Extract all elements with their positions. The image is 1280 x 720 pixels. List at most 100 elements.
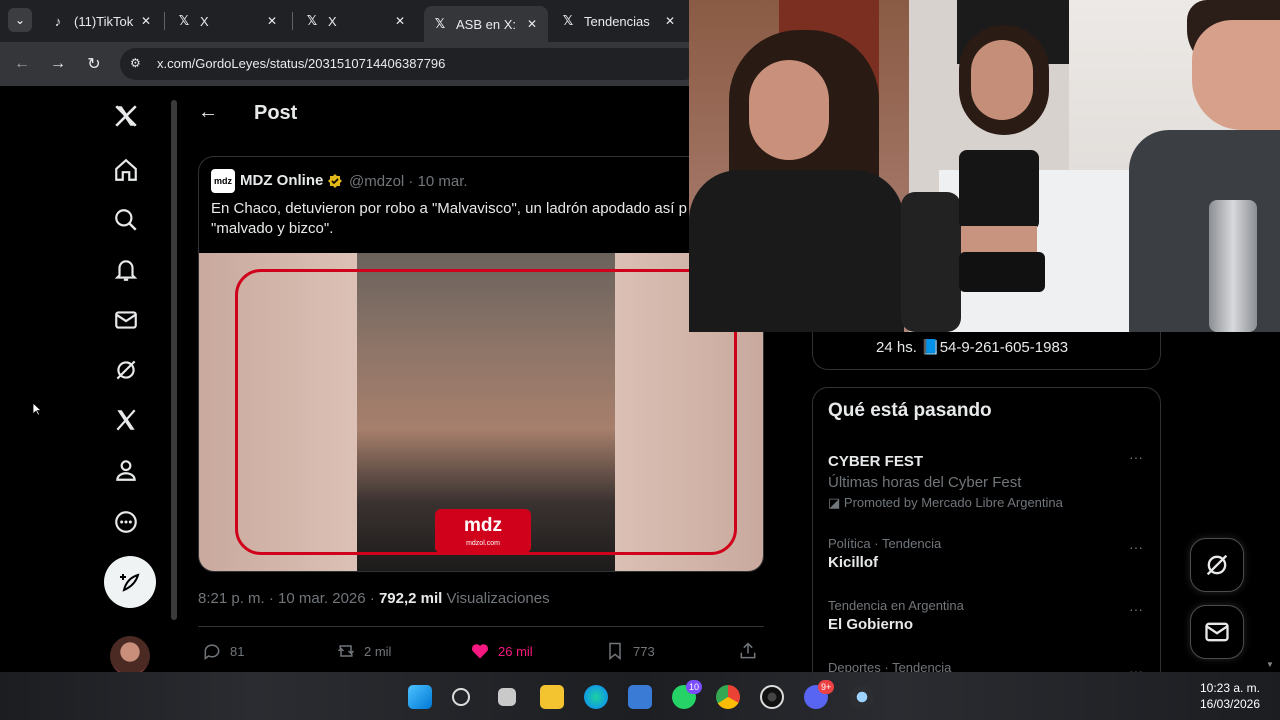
- repost-button[interactable]: 2 mil: [336, 640, 391, 662]
- trend-context: Política · Tendencia: [828, 536, 942, 551]
- trend-item[interactable]: CYBER FEST Últimas horas del Cyber Fest …: [828, 450, 1148, 511]
- edge-icon[interactable]: [584, 685, 608, 709]
- tab-x-1[interactable]: 𝕏 X ✕: [168, 6, 288, 36]
- promoted-by: Promoted by Mercado Libre Argentina: [843, 495, 1063, 510]
- person-center-top: [959, 150, 1039, 230]
- more-options-icon[interactable]: [110, 506, 142, 538]
- repost-count: 2 mil: [364, 643, 392, 659]
- trend-more-icon[interactable]: ···: [1126, 540, 1146, 556]
- mdz-avatar-logo[interactable]: mdz: [211, 169, 235, 193]
- like-button[interactable]: 26 mil: [470, 640, 533, 662]
- grok-icon: [1206, 554, 1228, 576]
- reply-bubble-icon: [204, 644, 220, 660]
- store-icon[interactable]: [628, 685, 652, 709]
- search-icon[interactable]: [452, 688, 470, 706]
- bookmark-icon: [609, 642, 621, 661]
- webcam-overlay: [689, 0, 1280, 332]
- divider: [198, 626, 764, 627]
- bookmark-count: 773: [633, 643, 655, 659]
- tab-x-2[interactable]: 𝕏 X ✕: [296, 6, 416, 36]
- thermos: [1209, 200, 1257, 332]
- account-avatar[interactable]: [110, 636, 150, 676]
- compose-post-button[interactable]: [104, 556, 156, 608]
- tab-label: ASB en X:: [456, 16, 516, 32]
- x-logo-icon: 𝕏: [178, 13, 190, 28]
- bookmark-button[interactable]: 773: [605, 640, 655, 662]
- person-left-face: [749, 60, 829, 160]
- post-meta: 8:21 p. m. · 10 mar. 2026 · 792,2 mil Vi…: [198, 590, 550, 607]
- tab-label: X: [200, 13, 209, 29]
- trend-name: CYBER FEST: [828, 453, 924, 470]
- tab-divider: [292, 12, 293, 30]
- close-tab-icon[interactable]: ✕: [264, 14, 280, 28]
- trend-more-icon[interactable]: ···: [1126, 450, 1146, 466]
- like-count: 26 mil: [498, 643, 533, 659]
- x-home-logo-icon[interactable]: [110, 100, 142, 132]
- quoted-handle-date: @mdzol · 10 mar.: [349, 173, 468, 190]
- search-icon[interactable]: [110, 204, 142, 236]
- windows-start-icon[interactable]: [408, 685, 432, 709]
- trend-item[interactable]: Política · Tendencia Kicillof: [828, 536, 1148, 571]
- discord-badge: 9+: [818, 680, 835, 694]
- premium-x-icon[interactable]: [110, 404, 142, 436]
- tab-label: X: [328, 13, 337, 29]
- quoted-post-card[interactable]: mdz MDZ Online @mdzol · 10 mar. En Chaco…: [198, 156, 764, 572]
- close-tab-icon[interactable]: ✕: [138, 14, 154, 28]
- microphone: [901, 192, 961, 332]
- trend-item[interactable]: Deportes · Tendencia: [828, 660, 1148, 672]
- home-icon[interactable]: [110, 154, 142, 186]
- close-tab-icon[interactable]: ✕: [392, 14, 408, 28]
- mouse-cursor-icon: [32, 402, 42, 416]
- scroll-down-arrow-icon[interactable]: ▼: [1266, 660, 1276, 669]
- trend-more-icon[interactable]: ···: [1126, 602, 1146, 618]
- grok-icon[interactable]: [110, 354, 142, 386]
- back-icon[interactable]: ←: [10, 52, 34, 76]
- person-left-shirt: [689, 170, 904, 332]
- profile-icon[interactable]: [110, 454, 142, 486]
- trend-item[interactable]: Tendencia en Argentina El Gobierno: [828, 598, 1148, 633]
- reply-button[interactable]: 81: [202, 640, 244, 662]
- left-scrollbar[interactable]: [170, 90, 178, 670]
- back-arrow-icon[interactable]: ←: [198, 102, 218, 122]
- close-tab-icon[interactable]: ✕: [662, 14, 678, 28]
- clock-date: 16/03/2026: [1199, 697, 1261, 711]
- view-count: 792,2 mil: [378, 590, 443, 607]
- forward-icon[interactable]: →: [46, 52, 70, 76]
- trend-name: El Gobierno: [828, 616, 914, 633]
- mdz-watermark-logo: mdz mdzol.com: [435, 509, 531, 553]
- chrome-icon[interactable]: [716, 685, 740, 709]
- close-tab-icon[interactable]: ✕: [524, 17, 540, 31]
- quoted-author-name[interactable]: MDZ Online: [240, 172, 323, 189]
- reload-icon[interactable]: ↻: [82, 52, 106, 76]
- person-center-face: [971, 40, 1033, 120]
- notifications-bell-icon[interactable]: [110, 254, 142, 286]
- tab-asb-active[interactable]: 𝕏 ASB en X: ✕: [424, 6, 548, 42]
- quoted-post-image[interactable]: mdz mdzol.com: [199, 253, 763, 571]
- tiktok-icon: ♪: [54, 13, 62, 29]
- post-timestamp[interactable]: 8:21 p. m. · 10 mar. 2026 ·: [198, 590, 379, 607]
- tab-label: Tendencias: [584, 13, 650, 29]
- person-right-face: [1192, 20, 1280, 130]
- tab-tiktok[interactable]: ♪ (11)TikTok ✕: [42, 6, 162, 36]
- tab-search-button[interactable]: ⌄: [8, 8, 32, 32]
- messages-mail-icon[interactable]: [110, 304, 142, 336]
- quoted-post-text: En Chaco, detuvieron por robo a "Malvavi…: [211, 200, 707, 237]
- address-bar[interactable]: ⚙ x.com/GordoLeyes/status/20315107144063…: [120, 48, 700, 80]
- share-button[interactable]: [738, 640, 766, 662]
- scrollbar-thumb[interactable]: [171, 100, 177, 620]
- tab-divider: [164, 12, 165, 30]
- messages-fab-button[interactable]: [1190, 605, 1244, 659]
- left-nav: [0, 86, 170, 676]
- grok-fab-button[interactable]: [1190, 538, 1244, 592]
- x-logo-icon: 𝕏: [306, 13, 318, 28]
- file-explorer-icon[interactable]: [540, 685, 564, 709]
- task-view-icon[interactable]: [498, 688, 516, 706]
- url-text[interactable]: x.com/GordoLeyes/status/2031510714406387…: [157, 56, 445, 71]
- share-icon: [740, 642, 756, 659]
- system-clock[interactable]: 10:23 a. m. 16/03/2026: [1190, 680, 1270, 712]
- tab-tendencias[interactable]: 𝕏 Tendencias ✕: [552, 6, 686, 36]
- app-icon[interactable]: [850, 685, 874, 709]
- site-info-icon[interactable]: ⚙: [130, 56, 146, 72]
- obs-icon[interactable]: [760, 685, 784, 709]
- x-logo-icon: 𝕏: [562, 13, 574, 28]
